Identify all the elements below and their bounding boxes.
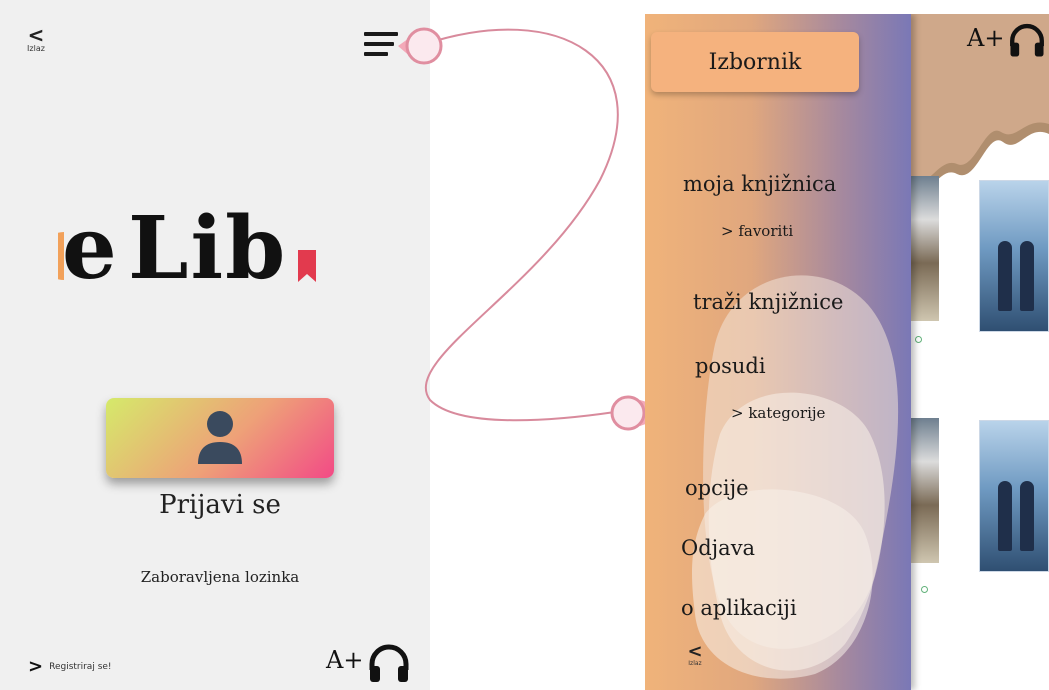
exit-label: Izlaz	[27, 44, 45, 53]
headphones-icon[interactable]	[366, 640, 412, 686]
menu-item-borrow[interactable]: posudi	[695, 354, 766, 378]
book-list	[907, 14, 1049, 690]
user-icon	[198, 411, 242, 464]
headphones-icon[interactable]	[1007, 20, 1047, 60]
login-screen: < Izlaz e Lib Prijavi se Zaboravljena lo…	[0, 0, 430, 690]
menu-item-search-libraries[interactable]: traži knjižnice	[693, 290, 843, 314]
bookmark-icon	[298, 250, 316, 282]
decorative-blobs	[692, 275, 899, 679]
forgot-password-link[interactable]: Zaboravljena lozinka	[90, 568, 350, 586]
menu-item-my-library[interactable]: moja knjižnica	[683, 172, 836, 196]
book-cover[interactable]	[979, 180, 1049, 332]
exit-button[interactable]: < Izlaz	[24, 23, 48, 54]
book-cover[interactable]	[979, 420, 1049, 572]
chevron-left-icon: <	[27, 23, 45, 47]
status-dot	[921, 586, 928, 593]
hamburger-line	[364, 42, 394, 46]
menu-item-options[interactable]: opcije	[685, 476, 749, 500]
menu-title[interactable]: Izbornik	[651, 32, 859, 92]
status-dot	[915, 336, 922, 343]
logo-letters: Lib	[128, 198, 287, 290]
book-cover[interactable]	[907, 418, 939, 563]
register-label: Registriraj se!	[49, 662, 112, 672]
menu-screen: A+ Izbornik moja knjižnica > favoriti tr…	[645, 14, 1049, 690]
menu-item-about[interactable]: o aplikaciji	[681, 596, 797, 620]
elib-logo: e Lib	[58, 198, 316, 290]
menu-item-categories[interactable]: > kategorije	[731, 404, 825, 422]
connector-line	[424, 28, 619, 422]
menu-item-logout[interactable]: Odjava	[681, 536, 755, 560]
logo-prefix: e	[62, 198, 117, 290]
chevron-right-icon: >	[28, 656, 44, 677]
connector-node	[610, 395, 646, 431]
menu-item-favorites[interactable]: > favoriti	[721, 222, 793, 240]
hamburger-menu-icon[interactable]	[364, 32, 400, 64]
font-size-button[interactable]: A+	[967, 24, 1004, 52]
login-label: Prijavi se	[159, 490, 281, 520]
book-cover[interactable]	[907, 176, 939, 321]
font-size-button[interactable]: A+	[326, 646, 363, 674]
login-button[interactable]	[106, 398, 334, 478]
chevron-left-icon: <	[687, 641, 703, 662]
side-menu: Izbornik moja knjižnica > favoriti traži…	[645, 14, 911, 690]
register-link[interactable]: > Registriraj se!	[28, 658, 112, 676]
exit-button[interactable]: < Izlaz	[685, 641, 705, 668]
hamburger-line	[364, 32, 398, 36]
hamburger-line	[364, 52, 388, 56]
